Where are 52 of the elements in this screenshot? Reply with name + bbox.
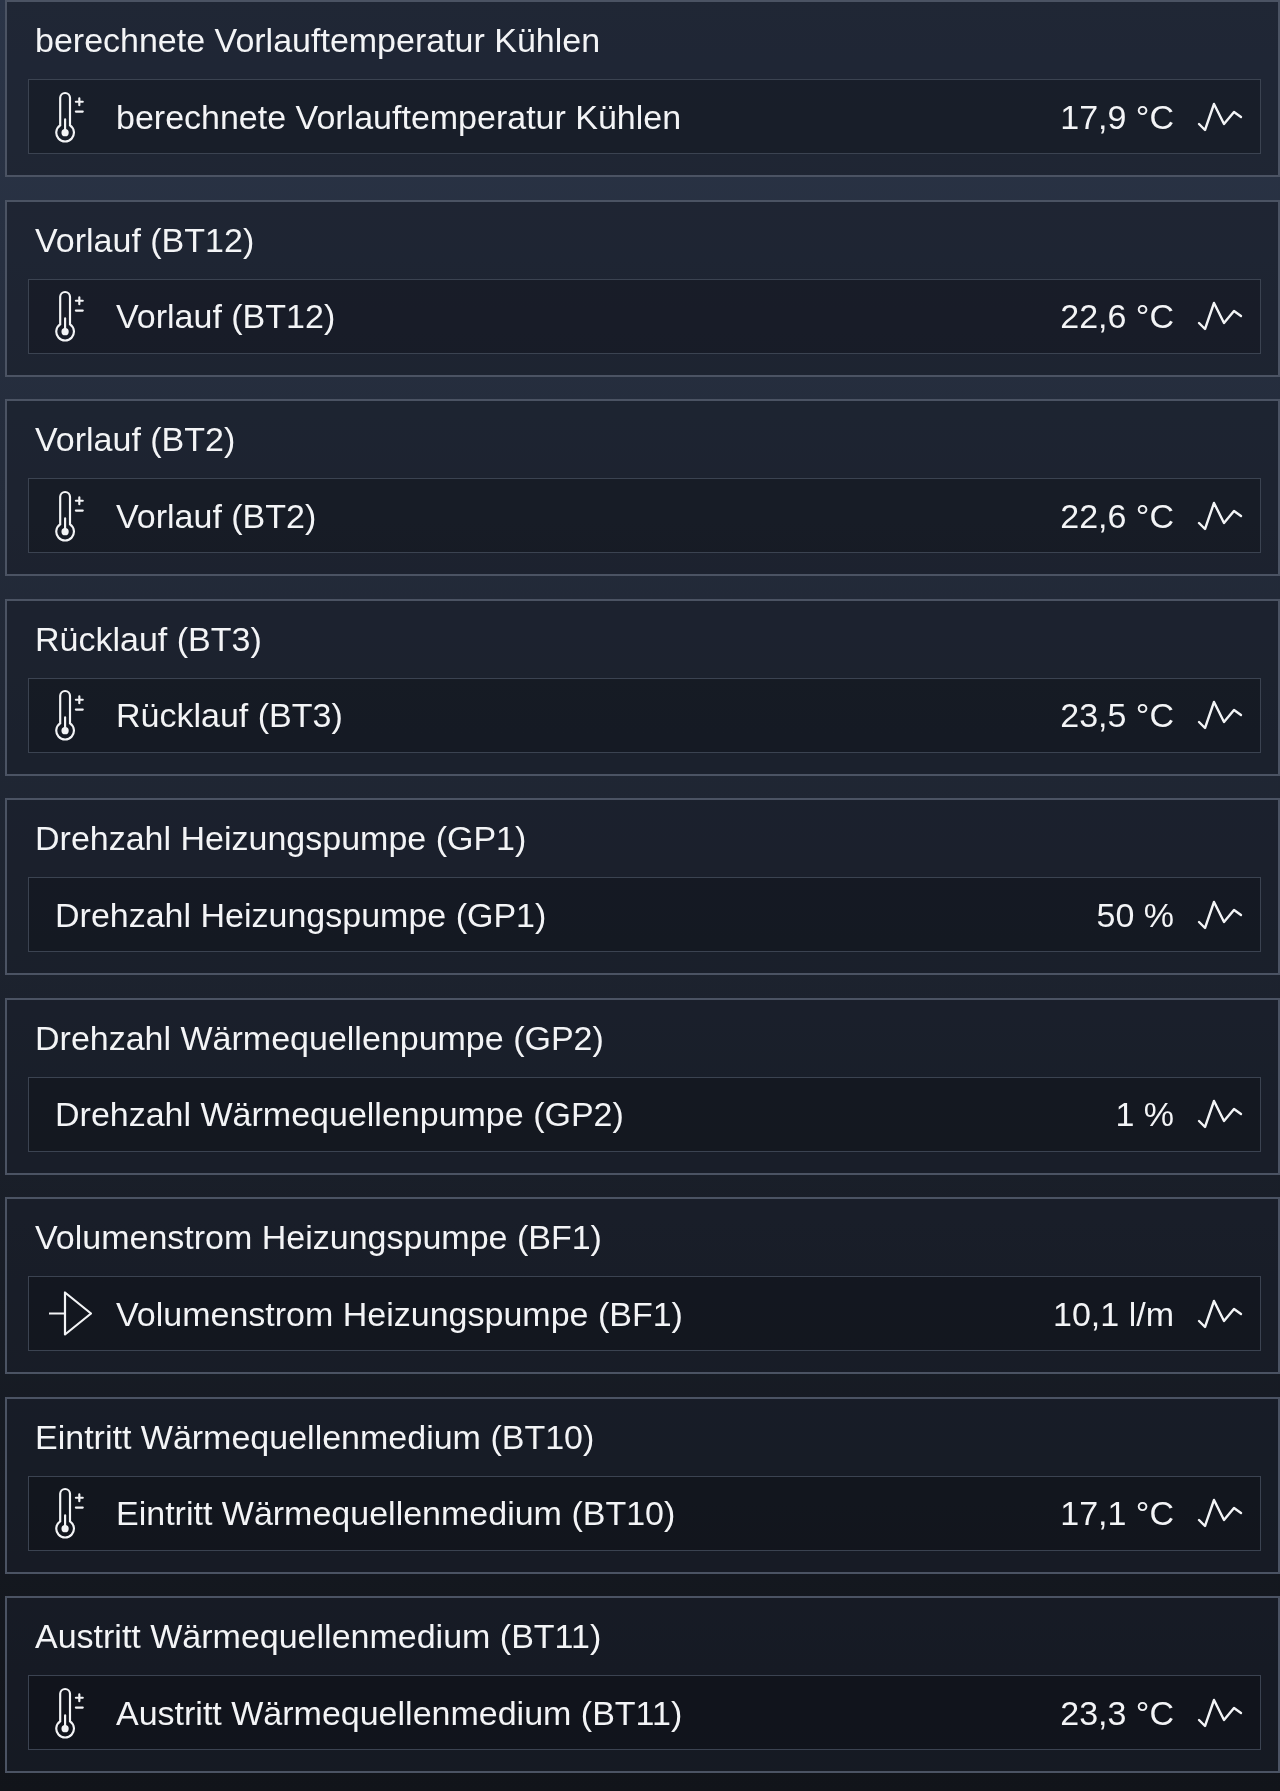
sensor-row[interactable]: Rücklauf (BT3) 23,5 °C [28,677,1261,753]
graph-line-icon[interactable] [1197,1099,1243,1129]
sensor-value: 22,6 °C [1060,296,1174,336]
sensor-value: 50 % [1096,894,1174,935]
sensor-label: Eintritt Wärmequellenmedium (BT10) [116,1493,676,1533]
sensor-value: 23,5 °C [1060,695,1174,735]
sensor-value: 1 % [1115,1094,1174,1134]
sensor-row[interactable]: berechnete Vorlauftemperatur Kühlen 17,9 °C [28,79,1261,154]
graph-line-icon[interactable] [1197,101,1243,132]
sensor-value: 10,1 l/m [1053,1293,1174,1334]
thermometer-icon [55,689,85,741]
sensor-row[interactable]: Drehzahl Wärmequellenpumpe (GP2) 1 % [28,1076,1261,1152]
card-title: Volumenstrom Heizungspumpe (BF1) [34,1217,602,1257]
card-title: Drehzahl Wärmequellenpumpe (GP2) [34,1017,604,1058]
thermometer-icon [55,90,85,143]
sensor-row[interactable]: Eintritt Wärmequellenmedium (BT10) 17,1 °C [28,1475,1261,1551]
graph-line-icon[interactable] [1197,1498,1243,1528]
graph-line-icon[interactable] [1197,899,1243,930]
graph-line-icon[interactable] [1197,1298,1243,1329]
thermometer-icon [55,290,85,342]
card-title: Vorlauf (BT12) [34,219,255,260]
sensor-label: Drehzahl Wärmequellenpumpe (GP2) [55,1094,624,1134]
thermometer-icon [55,1487,85,1539]
sensor-row[interactable]: Vorlauf (BT2) 22,6 °C [28,478,1261,553]
sensor-label: Austritt Wärmequellenmedium (BT11) [116,1692,683,1733]
sensor-value: 23,3 °C [1060,1692,1174,1733]
sensor-label: Vorlauf (BT2) [116,495,317,536]
triangle-arrow-icon [48,1291,92,1336]
thermometer-icon [55,1686,85,1739]
sensor-value: 17,9 °C [1060,96,1174,137]
thermometer-icon [55,489,85,542]
sensor-label: Volumenstrom Heizungspumpe (BF1) [116,1293,683,1334]
card-title: berechnete Vorlauftemperatur Kühlen [34,20,601,60]
sensor-row[interactable]: Volumenstrom Heizungspumpe (BF1) 10,1 l/m [28,1276,1261,1351]
graph-line-icon[interactable] [1197,500,1243,531]
graph-line-icon[interactable] [1197,301,1243,331]
sensor-row[interactable]: Drehzahl Heizungspumpe (GP1) 50 % [28,877,1261,952]
card-title: Drehzahl Heizungspumpe (GP1) [34,818,527,858]
sensor-label: Drehzahl Heizungspumpe (GP1) [55,894,547,935]
sensor-row[interactable]: Austritt Wärmequellenmedium (BT11) 23,3 °C [28,1675,1261,1750]
card-title: Vorlauf (BT2) [34,419,236,459]
sensor-value: 17,1 °C [1060,1493,1174,1533]
card-title: Rücklauf (BT3) [34,618,262,659]
sensor-value: 22,6 °C [1060,495,1174,536]
card-title: Eintritt Wärmequellenmedium (BT10) [34,1416,595,1457]
graph-line-icon[interactable] [1197,1697,1243,1728]
graph-line-icon[interactable] [1197,700,1243,730]
card-title: Austritt Wärmequellenmedium (BT11) [34,1616,602,1656]
sensor-row[interactable]: Vorlauf (BT12) 22,6 °C [28,278,1261,354]
sensor-label: berechnete Vorlauftemperatur Kühlen [116,96,682,137]
sensor-label: Vorlauf (BT12) [116,296,336,336]
sensor-label: Rücklauf (BT3) [116,695,343,735]
